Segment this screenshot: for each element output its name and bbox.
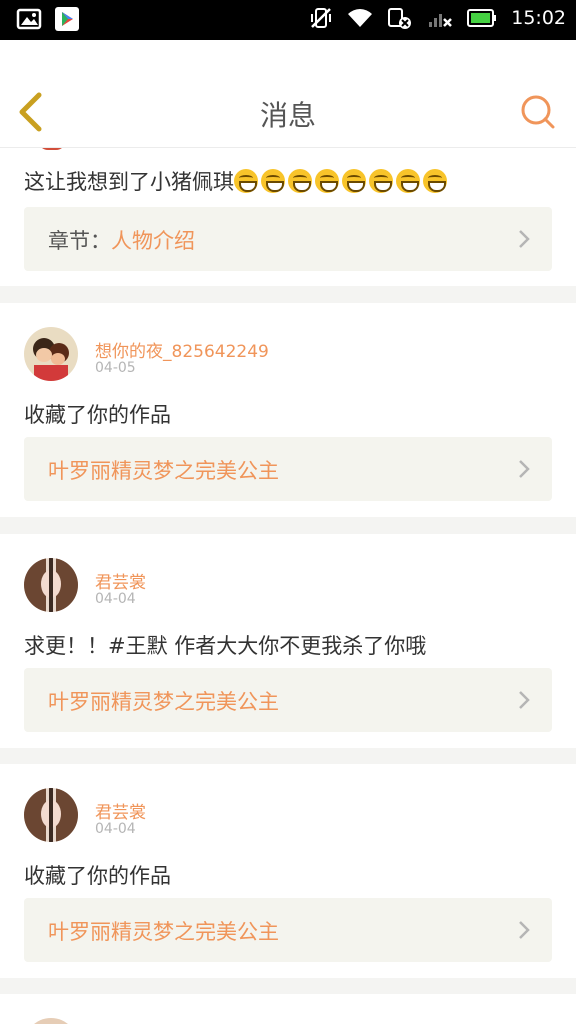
status-time: 15:02 [511,7,566,29]
laughing-emoji-icon [342,169,366,193]
avatar[interactable] [24,788,78,842]
message-card: 想你的夜_825642249 04-05 收藏了你的作品 叶罗丽精灵梦之完美公主 [0,303,576,517]
message-date: 04-04 [95,821,136,837]
app-header: 消息 [0,40,576,148]
message-card [0,994,576,1024]
message-date: 04-04 [95,591,136,607]
work-title: 叶罗丽精灵梦之完美公主 [48,690,279,714]
username[interactable]: 想你的夜_825642249 [95,337,269,362]
avatar[interactable] [24,1018,78,1024]
battery-icon [467,9,497,27]
page-title: 消息 [259,99,316,132]
status-bar-left [16,7,80,31]
chevron-right-icon [519,691,530,709]
chapter-link-label: 章节：人物介绍 [48,225,195,255]
message-text-content: 这让我想到了小猪佩琪 [24,170,234,194]
laughing-emoji-icon [234,169,258,193]
work-link[interactable]: 叶罗丽精灵梦之完美公主 [24,437,552,501]
laughing-emoji-icon [288,169,312,193]
chapter-prefix: 章节： [48,229,111,253]
mute-vibrate-icon [311,8,332,28]
work-title: 叶罗丽精灵梦之完美公主 [48,459,279,483]
message-text: 收藏了你的作品 [24,403,171,427]
avatar[interactable] [24,327,78,381]
chapter-title: 人物介绍 [111,229,195,253]
message-card: 君芸裳 04-04 收藏了你的作品 叶罗丽精灵梦之完美公主 [0,764,576,978]
work-title: 叶罗丽精灵梦之完美公主 [48,920,279,944]
search-icon[interactable] [520,94,556,130]
message-list[interactable]: 这让我想到了小猪佩琪 章节：人物介绍 想你的夜_825642249 04-05 … [0,148,576,1024]
laughing-emoji-icon [369,169,393,193]
message-date: 04-05 [95,360,136,376]
avatar[interactable] [38,148,66,150]
message-card: 这让我想到了小猪佩琪 章节：人物介绍 [0,148,576,286]
signal-icon [429,14,453,27]
chevron-right-icon [519,460,530,478]
work-link[interactable]: 叶罗丽精灵梦之完美公主 [24,668,552,732]
wifi-icon [348,9,373,27]
chevron-right-icon [519,230,530,248]
laughing-emoji-icon [396,169,420,193]
message-card: 君芸裳 04-04 求更！！#王默 作者大大你不更我杀了你哦 叶罗丽精灵梦之完美… [0,534,576,748]
play-store-icon [55,7,79,31]
laughing-emoji-icon [423,169,447,193]
message-text: 这让我想到了小猪佩琪 [24,166,450,196]
status-bar-right: 15:02 [309,6,566,30]
message-text: 收藏了你的作品 [24,864,171,888]
laughing-emoji-icon [261,169,285,193]
gallery-icon [16,8,42,30]
username[interactable]: 君芸裳 [95,798,146,823]
sim-blocked-icon [388,8,412,29]
work-link[interactable]: 叶罗丽精灵梦之完美公主 [24,898,552,962]
username[interactable]: 君芸裳 [95,568,146,593]
avatar[interactable] [24,558,78,612]
chevron-right-icon [519,921,530,939]
message-text: 求更！！#王默 作者大大你不更我杀了你哦 [24,634,427,658]
laughing-emoji-icon [315,169,339,193]
status-bar: 15:02 [0,0,576,40]
chapter-link[interactable]: 章节：人物介绍 [24,207,552,271]
